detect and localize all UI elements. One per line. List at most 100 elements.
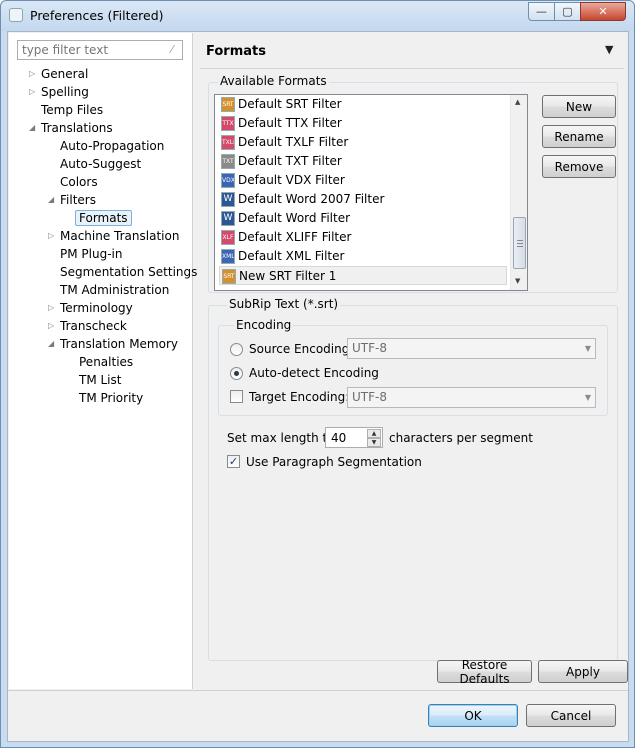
view-menu-icon[interactable]: ▼	[605, 43, 613, 56]
max-length-stepper[interactable]: ▲ ▼	[325, 427, 383, 448]
tree-item-segmentation-settings[interactable]: Segmentation Settings	[60, 263, 197, 281]
auto-detect-encoding-radio[interactable]	[230, 367, 243, 380]
collapse-arrow-icon[interactable]: ◢	[48, 191, 58, 209]
apply-button[interactable]: Apply	[538, 660, 628, 683]
tree-item-label: Colors	[60, 175, 98, 189]
tree-item-penalties[interactable]: Penalties	[79, 353, 133, 371]
tree-item-label: Translation Memory	[60, 337, 179, 351]
list-item[interactable]: TTX Default TTX Filter	[219, 114, 507, 133]
tree-item-translations[interactable]: ◢ Translations	[29, 119, 113, 137]
list-item[interactable]: W Default Word 2007 Filter	[219, 190, 507, 209]
tree-item-label: Machine Translation	[60, 229, 180, 243]
tree-item-auto-propagation[interactable]: Auto-Propagation	[60, 137, 164, 155]
collapse-arrow-icon[interactable]: ◢	[29, 119, 39, 137]
tree-item-auto-suggest[interactable]: Auto-Suggest	[60, 155, 141, 173]
list-item[interactable]: XLF Default XLIFF Filter	[219, 228, 507, 247]
preferences-window: Preferences (Filtered) — ▢ ✕ ⁄ ▷ General…	[0, 0, 635, 748]
tree-item-label: Filters	[60, 193, 96, 207]
list-item[interactable]: XML Default XML Filter	[219, 247, 507, 266]
spin-up-icon[interactable]: ▲	[367, 429, 381, 438]
source-encoding-label: Source Encoding:	[249, 342, 354, 356]
spin-down-icon[interactable]: ▼	[367, 438, 381, 447]
expand-arrow-icon[interactable]: ▷	[29, 83, 39, 101]
srt-file-icon: SRT	[222, 269, 236, 284]
vdx-file-icon: VDX	[221, 173, 235, 188]
collapse-arrow-icon[interactable]: ◢	[48, 335, 58, 353]
window-icon	[9, 8, 23, 22]
restore-defaults-button[interactable]: Restore Defaults	[437, 658, 532, 686]
paragraph-segmentation-checkbox[interactable]: ✓	[227, 455, 240, 468]
tree-item-transcheck[interactable]: ▷ Transcheck	[48, 317, 127, 335]
title-bar: Preferences (Filtered) — ▢ ✕	[1, 1, 634, 31]
footer-divider	[8, 690, 628, 691]
clear-filter-icon[interactable]: ⁄	[165, 43, 179, 57]
tree-item-formats[interactable]: Formats	[75, 209, 132, 227]
tree-item-tm-administration[interactable]: TM Administration	[60, 281, 169, 299]
expand-arrow-icon[interactable]: ▷	[48, 299, 58, 317]
list-item-label: Default TXLF Filter	[238, 135, 349, 149]
list-item-selected[interactable]: SRT New SRT Filter 1	[219, 266, 507, 285]
word-file-icon: W	[221, 192, 235, 207]
source-encoding-select[interactable]: UTF-8 ▼	[347, 338, 596, 359]
tree-item-spelling[interactable]: ▷ Spelling	[29, 83, 89, 101]
rename-button[interactable]: Rename	[542, 125, 616, 148]
chevron-down-icon[interactable]: ▼	[585, 388, 591, 407]
scroll-down-icon[interactable]: ▼	[515, 277, 520, 285]
tree-item-label: TM Administration	[60, 283, 170, 297]
filter-input[interactable]	[18, 41, 163, 59]
auto-detect-encoding-label: Auto-detect Encoding	[249, 366, 379, 380]
ttx-file-icon: TTX	[221, 116, 235, 131]
list-item[interactable]: TXLF Default TXLF Filter	[219, 133, 507, 152]
list-item[interactable]: TXT Default TXT Filter	[219, 152, 507, 171]
close-button[interactable]: ✕	[580, 2, 626, 21]
tree-item-label: Formats	[75, 210, 132, 226]
tree-item-label: Translations	[41, 121, 113, 135]
formats-page: Formats ▼ Available Formats SRT Default …	[194, 33, 628, 689]
word-file-icon: W	[221, 211, 235, 226]
tree-item-temp-files[interactable]: Temp Files	[41, 101, 103, 119]
txt-file-icon: TXT	[221, 154, 235, 169]
max-length-input[interactable]	[326, 428, 366, 447]
new-button[interactable]: New	[542, 95, 616, 118]
minimize-button[interactable]: —	[528, 2, 555, 21]
expand-arrow-icon[interactable]: ▷	[48, 227, 58, 245]
encoding-group-label: Encoding	[234, 318, 294, 332]
list-item[interactable]: VDX Default VDX Filter	[219, 171, 507, 190]
preferences-tree-panel: ⁄ ▷ General ▷ Spelling Temp Files ◢ Tran…	[9, 33, 197, 689]
tree-item-label: PM Plug-in	[60, 247, 123, 261]
tree-item-tm-list[interactable]: TM List	[79, 371, 121, 389]
scroll-up-icon[interactable]: ▲	[515, 98, 520, 106]
list-scrollbar[interactable]: ▲ ▼	[510, 95, 527, 290]
tree-item-label: General	[41, 67, 89, 81]
tree-item-general[interactable]: ▷ General	[29, 65, 88, 83]
scrollbar-thumb[interactable]	[513, 217, 526, 269]
chevron-down-icon[interactable]: ▼	[585, 339, 591, 358]
formats-list[interactable]: SRT Default SRT Filter TTX Default TTX F…	[214, 94, 528, 291]
tree-item-translation-memory[interactable]: ◢ Translation Memory	[48, 335, 178, 353]
tree-item-colors[interactable]: Colors	[60, 173, 98, 191]
target-encoding-select[interactable]: UTF-8 ▼	[347, 387, 596, 408]
tree-item-tm-priority[interactable]: TM Priority	[79, 389, 143, 407]
max-length-label: Set max length to	[227, 431, 335, 445]
source-encoding-value: UTF-8	[352, 341, 387, 355]
expand-arrow-icon[interactable]: ▷	[29, 65, 39, 83]
tree-item-pm-plug-in[interactable]: PM Plug-in	[60, 245, 122, 263]
target-encoding-checkbox[interactable]	[230, 390, 243, 403]
tree-item-label: Terminology	[60, 301, 133, 315]
maximize-button[interactable]: ▢	[554, 2, 581, 21]
page-title: Formats	[206, 44, 266, 59]
remove-button[interactable]: Remove	[542, 155, 616, 178]
target-encoding-value: UTF-8	[352, 390, 387, 404]
tree-item-machine-translation[interactable]: ▷ Machine Translation	[48, 227, 179, 245]
tree-item-label: TM Priority	[79, 391, 144, 405]
grip-icon	[517, 240, 523, 241]
cancel-button[interactable]: Cancel	[526, 704, 616, 727]
source-encoding-radio[interactable]	[230, 343, 243, 356]
tree-item-terminology[interactable]: ▷ Terminology	[48, 299, 133, 317]
ok-button[interactable]: OK	[428, 704, 518, 727]
list-item[interactable]: SRT Default SRT Filter	[219, 95, 507, 114]
expand-arrow-icon[interactable]: ▷	[48, 317, 58, 335]
tree-item-label: Temp Files	[41, 103, 104, 117]
list-item[interactable]: W Default Word Filter	[219, 209, 507, 228]
tree-item-filters[interactable]: ◢ Filters	[48, 191, 96, 209]
